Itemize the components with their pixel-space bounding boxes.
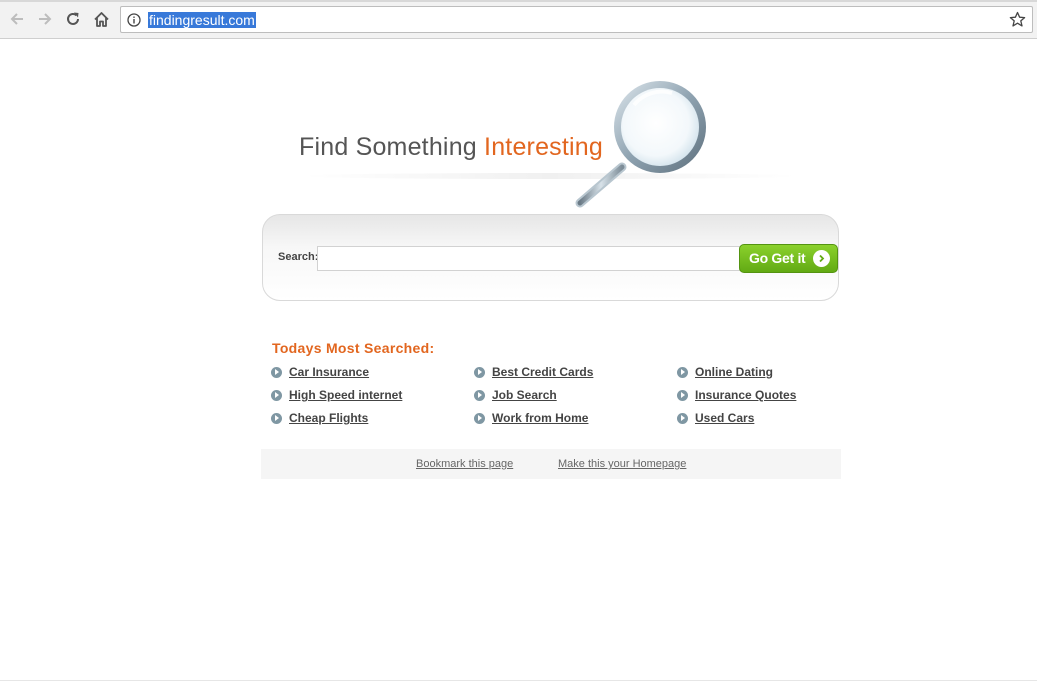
go-get-it-button[interactable]: Go Get it (739, 244, 838, 273)
bullet-arrow-icon (271, 366, 282, 378)
popular-link[interactable]: Best Credit Cards (492, 365, 593, 379)
page-content: Find Something Interesting Search: Go Ge… (0, 40, 1037, 682)
popular-link[interactable]: Job Search (492, 388, 557, 402)
bullet-arrow-icon (677, 389, 688, 401)
magnifier-icon (575, 81, 706, 208)
forward-button[interactable] (34, 8, 56, 30)
popular-link[interactable]: Work from Home (492, 411, 588, 425)
bullet-arrow-icon (271, 389, 282, 401)
reload-icon (67, 12, 79, 25)
popular-link[interactable]: High Speed internet (289, 388, 402, 402)
list-item[interactable]: High Speed internet (271, 387, 402, 403)
search-input[interactable] (317, 246, 740, 271)
browser-toolbar: findingresult.com (0, 0, 1037, 39)
popular-link[interactable]: Used Cars (695, 411, 754, 425)
headline-shadow (300, 173, 800, 179)
home-button[interactable] (90, 8, 112, 30)
star-icon[interactable] (1009, 11, 1026, 28)
arrow-right-icon (813, 250, 830, 267)
list-item[interactable]: Insurance Quotes (677, 387, 796, 403)
bookmark-link[interactable]: Bookmark this page (416, 458, 513, 470)
search-panel: Search: Go Get it (262, 214, 839, 301)
home-icon (93, 11, 109, 27)
bullet-arrow-icon (474, 412, 485, 424)
footer-bar: Bookmark this page Make this your Homepa… (261, 449, 841, 479)
bullet-arrow-icon (271, 412, 282, 424)
popular-searches-title: Todays Most Searched: (272, 340, 435, 356)
list-item[interactable]: Car Insurance (271, 364, 369, 380)
list-item[interactable]: Cheap Flights (271, 410, 368, 426)
list-item[interactable]: Job Search (474, 387, 557, 403)
info-icon[interactable] (127, 13, 141, 27)
popular-link[interactable]: Online Dating (695, 365, 773, 379)
address-bar[interactable]: findingresult.com (120, 6, 1033, 33)
back-icon (10, 13, 23, 25)
go-button-label: Go Get it (749, 250, 806, 266)
list-item[interactable]: Used Cars (677, 410, 754, 426)
list-item[interactable]: Work from Home (474, 410, 588, 426)
forward-icon (39, 13, 52, 25)
bullet-arrow-icon (677, 412, 688, 424)
tabstrip-edge (0, 0, 1037, 2)
reload-button[interactable] (62, 8, 84, 30)
bullet-arrow-icon (677, 366, 688, 378)
list-item[interactable]: Best Credit Cards (474, 364, 593, 380)
bullet-arrow-icon (474, 366, 485, 378)
page-headline: Find Something Interesting (299, 133, 603, 162)
popular-link[interactable]: Cheap Flights (289, 411, 368, 425)
homepage-link[interactable]: Make this your Homepage (558, 458, 686, 470)
list-item[interactable]: Online Dating (677, 364, 773, 380)
popular-link[interactable]: Car Insurance (289, 365, 369, 379)
search-label: Search: (278, 251, 319, 263)
bullet-arrow-icon (474, 389, 485, 401)
bottom-divider (0, 680, 1037, 681)
popular-link[interactable]: Insurance Quotes (695, 388, 796, 402)
back-button[interactable] (6, 8, 28, 30)
address-url[interactable]: findingresult.com (148, 12, 256, 28)
headline-text: Find Something (299, 133, 485, 161)
